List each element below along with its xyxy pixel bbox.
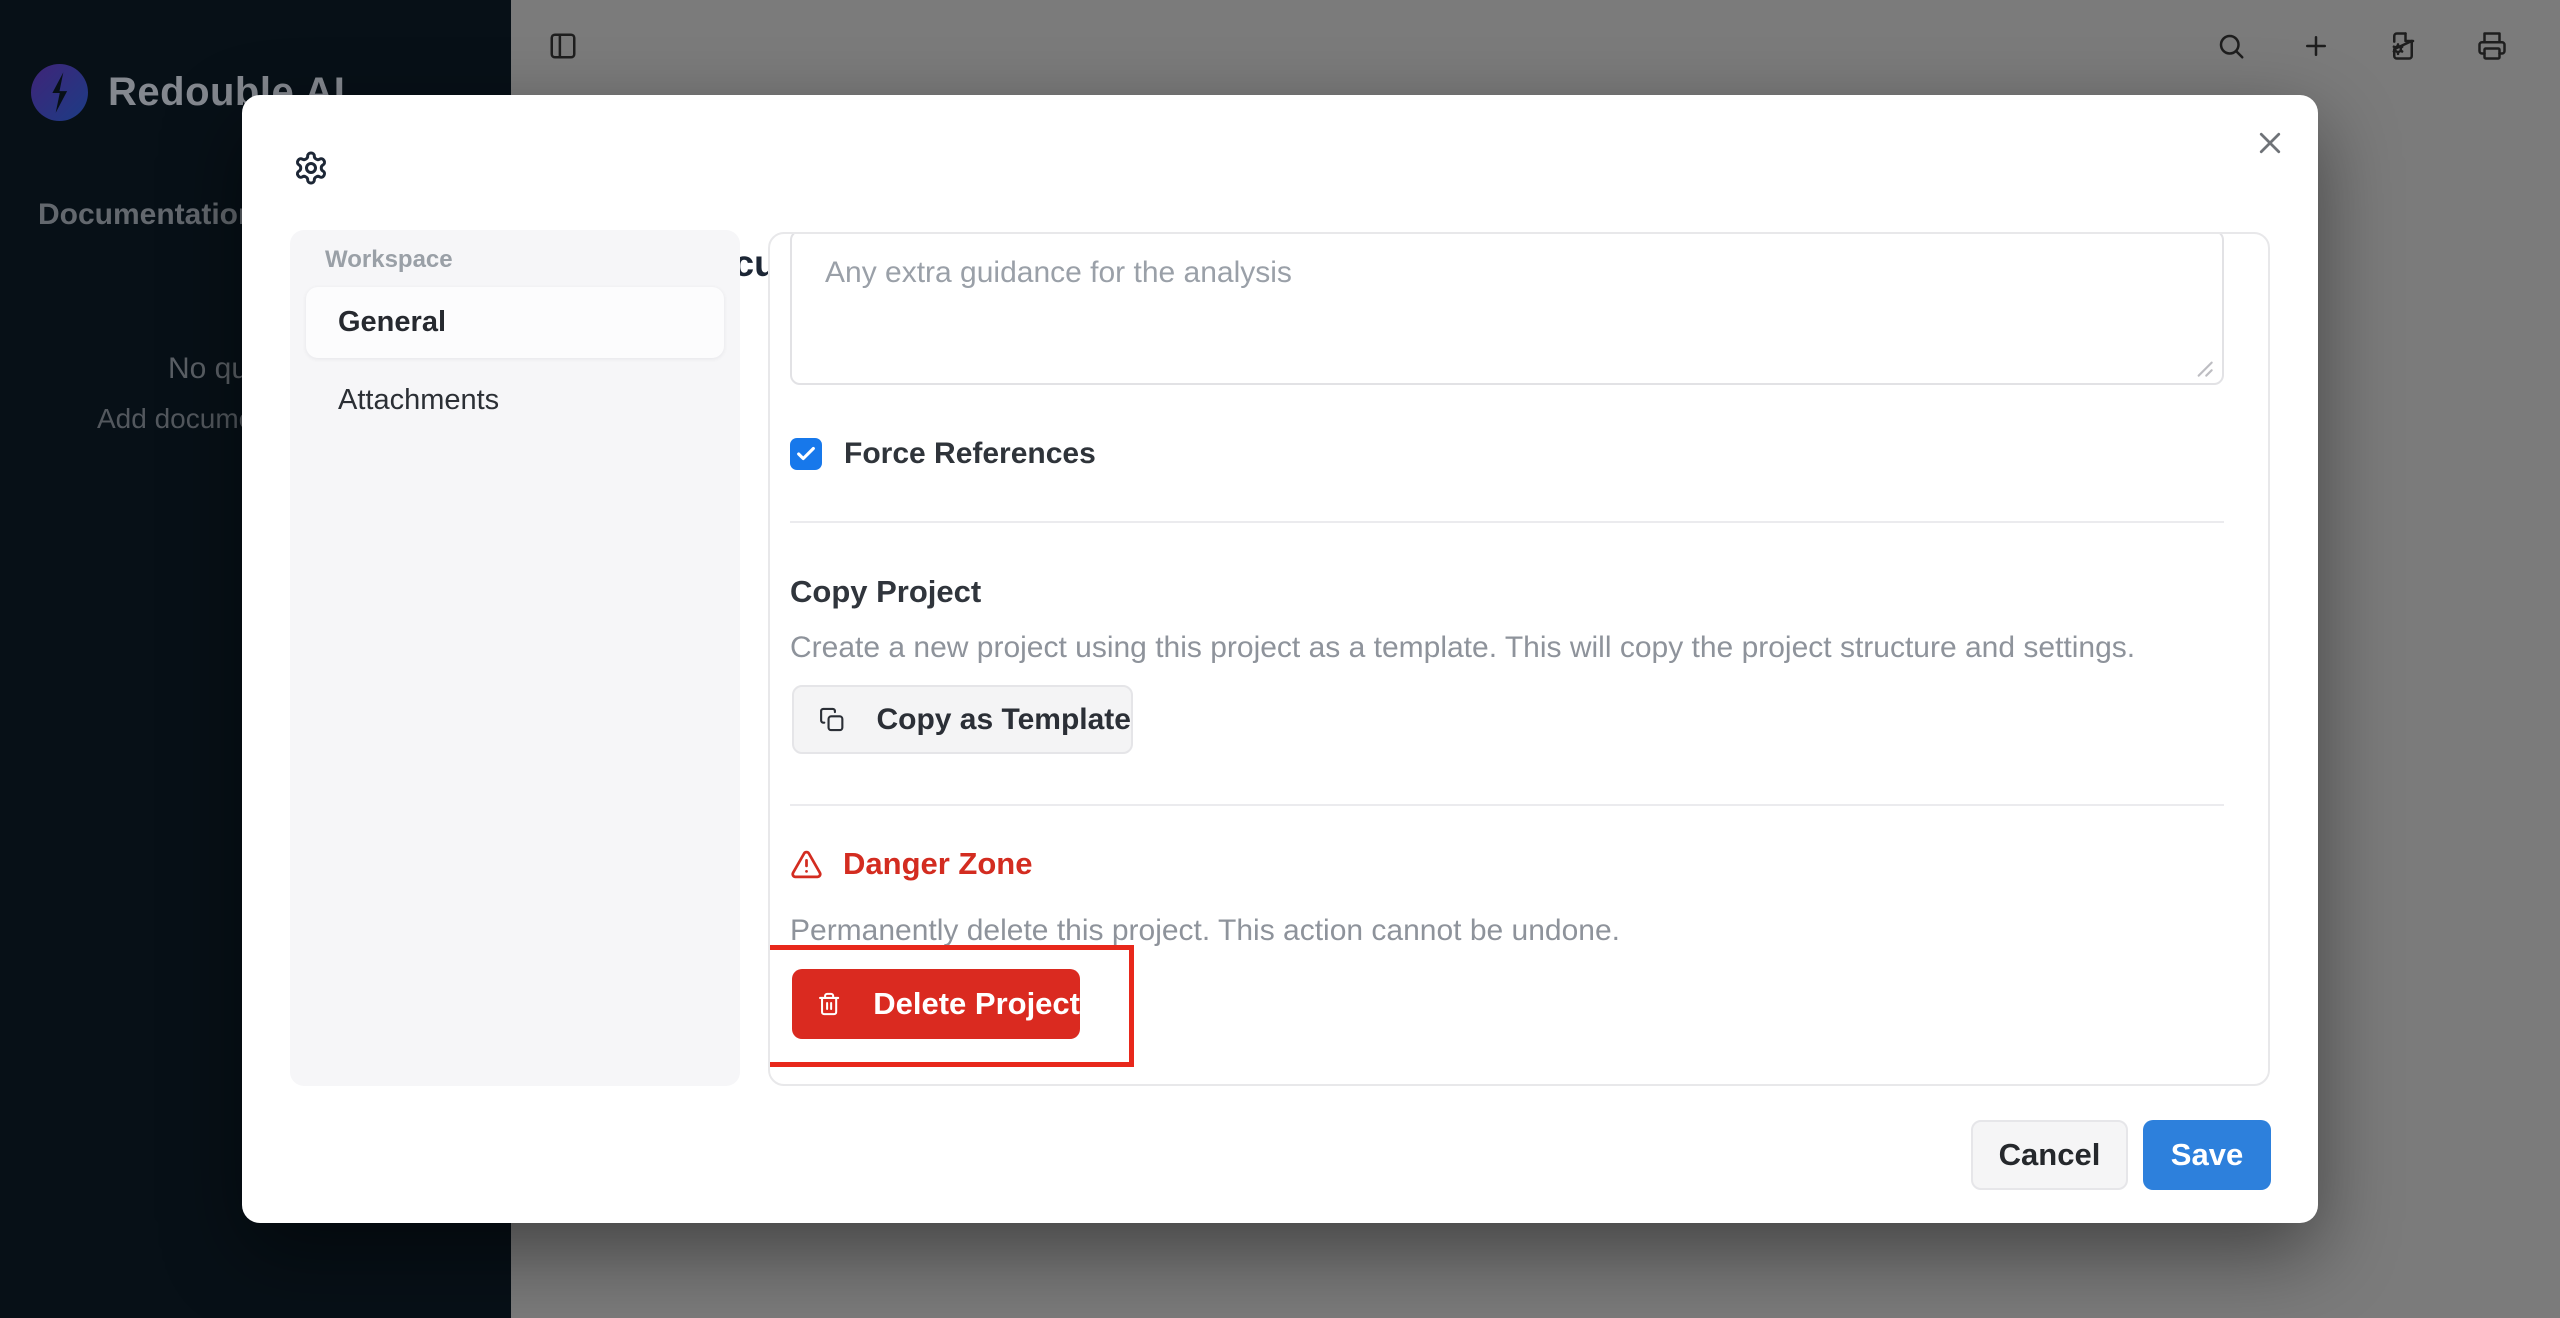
force-references-row: Force References [790,437,1096,471]
nav-item-general[interactable]: General [306,287,724,358]
settings-form-panel: Force References Copy Project Create a n… [768,232,2270,1086]
nav-section-label: Workspace [325,246,453,274]
printer-icon[interactable] [2477,31,2507,61]
sidebar-project-name[interactable]: Documentation [38,198,256,232]
screen: Redouble AI Documentation No qu Add docu… [0,0,2560,1318]
check-icon [795,443,817,465]
sidebar-empty-state-text: No qu [168,352,248,386]
search-icon[interactable] [2216,31,2246,61]
trash-icon [817,989,841,1019]
copy-project-heading: Copy Project [790,574,981,610]
danger-zone-heading-row: Danger Zone [790,844,1032,884]
warning-triangle-icon [790,848,823,881]
nav-item-label: General [306,306,446,339]
brand-logo [31,64,88,121]
save-label: Save [2171,1137,2243,1173]
delete-project-button[interactable]: Delete Project [792,969,1080,1039]
copy-project-description: Create a new project using this project … [790,631,2135,665]
modal-nav-panel: Workspace General Attachments [290,230,740,1086]
divider [790,521,2224,523]
settings-gear-icon [293,150,329,186]
panel-left-icon[interactable] [548,31,578,61]
force-references-checkbox[interactable] [790,438,822,470]
cancel-button[interactable]: Cancel [1971,1120,2128,1190]
save-button[interactable]: Save [2143,1120,2271,1190]
delete-project-label: Delete Project [873,986,1080,1022]
divider [790,804,2224,806]
force-references-label: Force References [844,437,1096,471]
guidance-textarea[interactable] [790,232,2224,385]
plus-icon[interactable] [2301,31,2331,61]
copy-as-template-button[interactable]: Copy as Template [792,685,1133,754]
project-settings-modal: Project Settings — Documentation explana… [242,95,2318,1223]
copy-as-template-label: Copy as Template [876,703,1131,737]
danger-zone-heading: Danger Zone [843,846,1032,882]
nav-item-label: Attachments [306,384,499,417]
file-cog-icon[interactable] [2388,31,2418,61]
cancel-label: Cancel [1999,1137,2101,1173]
nav-item-attachments[interactable]: Attachments [306,365,724,436]
copy-icon [819,704,844,735]
close-icon[interactable] [2255,128,2285,158]
danger-zone-description: Permanently delete this project. This ac… [790,914,1620,948]
